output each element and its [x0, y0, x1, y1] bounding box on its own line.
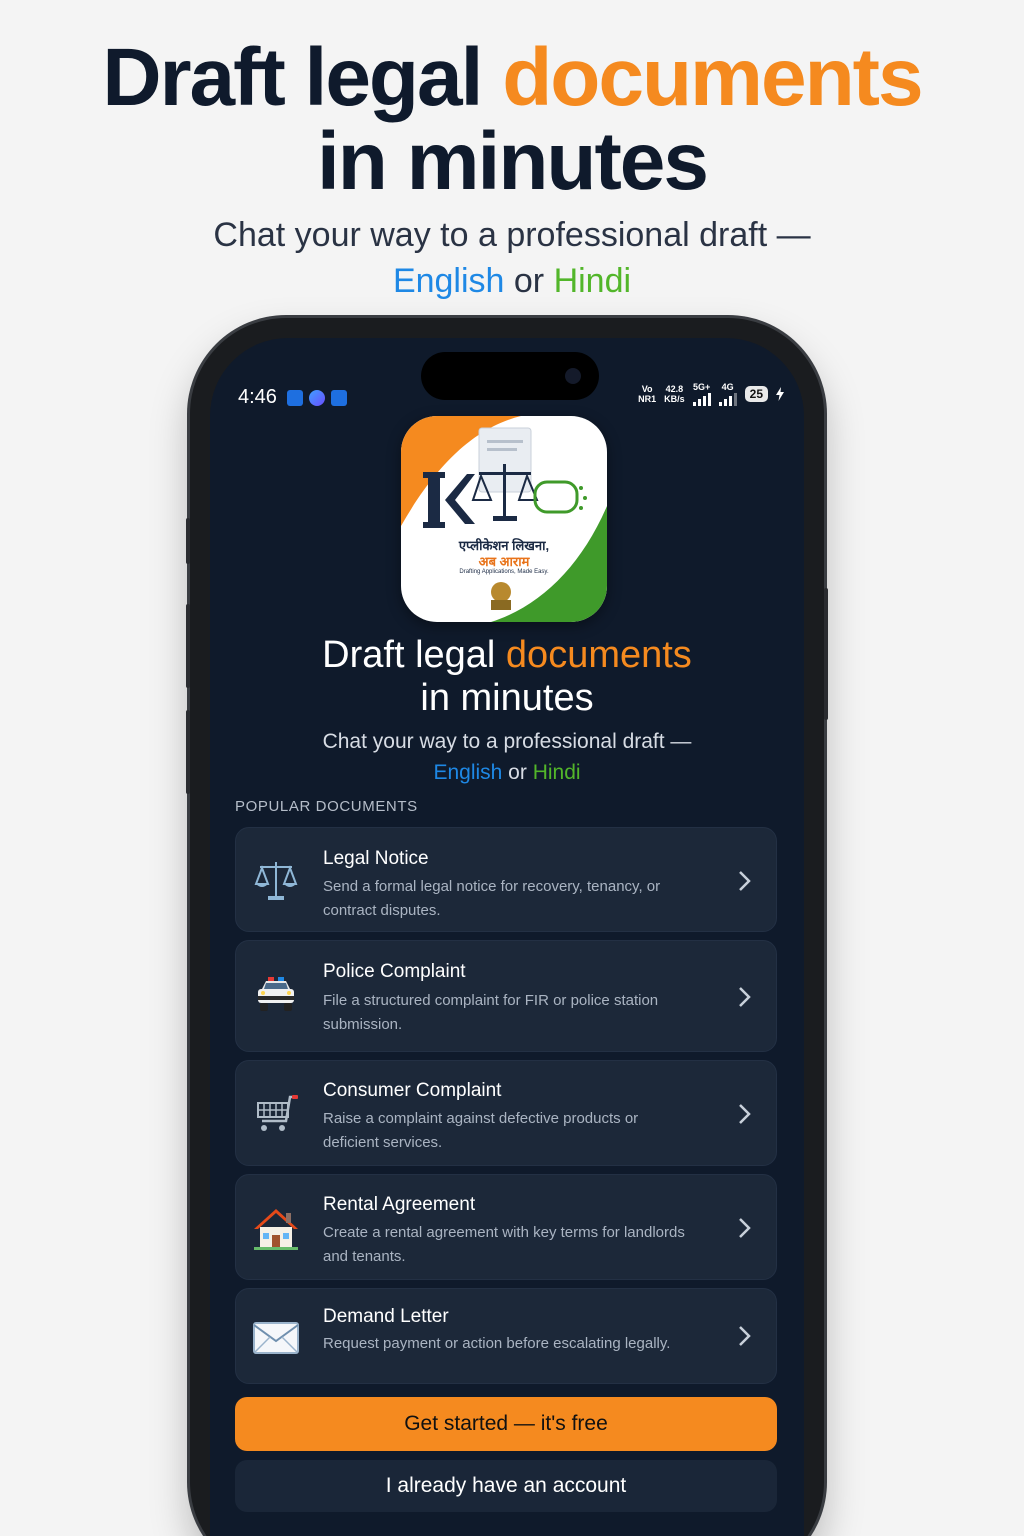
get-started-button[interactable]: Get started — it's free — [235, 1397, 777, 1451]
card-title: Consumer Complaint — [323, 1080, 502, 1101]
card-description: Create a rental agreement with key terms… — [323, 1224, 685, 1265]
volte-indicator: Vo NR1 — [638, 384, 656, 404]
logo-tagline: Drafting Applications, Made Easy. — [459, 569, 549, 575]
phone-screen: 4:46 Vo NR1 42.8 KB/s 5G+ 4G 25 एप्लीकेश… — [210, 338, 804, 1536]
chevron-right-icon — [739, 871, 751, 891]
card-description: Send a formal legal notice for recovery,… — [323, 878, 661, 919]
screen-title: Draft legal documents in minutes — [210, 634, 804, 720]
status-notification-icons — [287, 390, 347, 406]
battery-icon: 25 — [744, 386, 768, 402]
document-card-consumer-complaint[interactable]: Consumer Complaint Raise a complaint aga… — [235, 1060, 777, 1166]
document-card-police-complaint[interactable]: Police Complaint File a structured compl… — [235, 940, 777, 1052]
shopping-cart-icon — [252, 1091, 300, 1139]
card-description: Request payment or action before escalat… — [323, 1335, 671, 1352]
screen-title-accent: documents — [505, 634, 692, 676]
assistant-notification-icon — [309, 390, 325, 406]
camera-icon — [565, 368, 581, 384]
speed-value: 42.8 — [665, 384, 684, 394]
card-description: File a structured complaint for FIR or p… — [323, 992, 659, 1033]
phone-action-button — [186, 518, 190, 564]
network-5g-label: 5G+ — [693, 382, 711, 392]
document-card-legal-notice[interactable]: Legal Notice Send a formal legal notice … — [235, 827, 777, 932]
status-time: 4:46 — [238, 386, 277, 408]
screen-lang-or: or — [502, 761, 533, 784]
hero-lang-or: or — [504, 262, 554, 300]
chevron-right-icon — [739, 1104, 751, 1124]
signal-icon — [692, 392, 711, 406]
hero-title-line2: in minutes — [316, 116, 709, 207]
phone-volume-down — [186, 710, 190, 794]
app-logo: एप्लीकेशन लिखना, अब आराम Drafting Applic… — [401, 416, 607, 622]
house-icon — [252, 1205, 300, 1253]
screen-title-part1: Draft legal — [322, 634, 506, 676]
chevron-right-icon — [739, 1218, 751, 1238]
app-notification-icon — [331, 390, 347, 406]
hero-title: Draft legal documents in minutes — [0, 36, 1024, 204]
network-speed: 42.8 KB/s — [664, 384, 685, 404]
card-title: Demand Letter — [323, 1306, 449, 1327]
chevron-right-icon — [739, 987, 751, 1007]
volte-label: Vo — [641, 384, 653, 394]
card-title: Police Complaint — [323, 961, 466, 982]
screen-lang-hindi: Hindi — [532, 761, 581, 784]
screen-subtitle: Chat your way to a professional draft — … — [210, 726, 804, 788]
hero-lang-hindi: Hindi — [553, 262, 632, 300]
app-logo-art — [401, 416, 607, 622]
hero-title-part1: Draft legal — [102, 32, 503, 123]
hero-subtitle: Chat your way to a professional draft — … — [0, 212, 1024, 304]
network-4g: 4G — [718, 382, 737, 406]
police-car-icon — [252, 973, 300, 1021]
speed-unit: KB/s — [664, 394, 685, 404]
screen-title-line2: in minutes — [420, 677, 594, 719]
logo-hindi-line2: अब आराम — [478, 554, 530, 569]
phone-frame: 4:46 Vo NR1 42.8 KB/s 5G+ 4G 25 एप्लीकेश… — [186, 318, 828, 1536]
charging-icon — [776, 387, 784, 401]
hero-subtitle-line1: Chat your way to a professional draft — — [213, 216, 811, 254]
dynamic-island — [421, 352, 599, 400]
phone-volume-up — [186, 604, 190, 688]
sim-label: NR1 — [638, 394, 657, 404]
scales-icon — [252, 856, 300, 904]
network-4g-label: 4G — [721, 382, 734, 392]
document-card-rental-agreement[interactable]: Rental Agreement Create a rental agreeme… — [235, 1174, 777, 1280]
signal-icon — [718, 392, 737, 406]
card-title: Rental Agreement — [323, 1194, 476, 1215]
card-description: Raise a complaint against defective prod… — [323, 1110, 639, 1151]
phone-power-button — [824, 588, 828, 720]
screen-subtitle-line1: Chat your way to a professional draft — — [322, 730, 692, 753]
chevron-right-icon — [739, 1326, 751, 1346]
hero-title-accent: documents — [502, 32, 923, 123]
screen-lang-english: English — [433, 761, 503, 784]
sign-in-button[interactable]: I already have an account — [235, 1460, 777, 1512]
card-title: Legal Notice — [323, 848, 429, 869]
network-5g: 5G+ — [692, 382, 711, 406]
status-right: Vo NR1 42.8 KB/s 5G+ 4G 25 — [638, 382, 784, 406]
document-card-demand-letter[interactable]: Demand Letter Request payment or action … — [235, 1288, 777, 1384]
envelope-icon — [252, 1313, 300, 1361]
hero-lang-english: English — [392, 262, 505, 300]
app-notification-icon — [287, 390, 303, 406]
section-label-popular: POPULAR DOCUMENTS — [235, 798, 418, 815]
